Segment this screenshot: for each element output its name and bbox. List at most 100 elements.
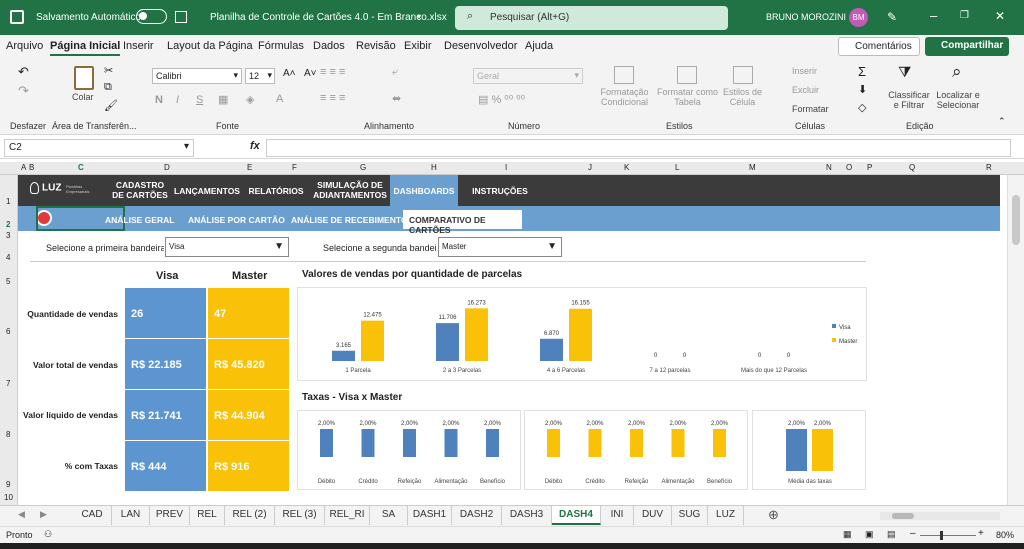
menu-inserir[interactable]: Inserir (123, 40, 154, 52)
sheet-tab-dash2[interactable]: DASH2 (452, 506, 502, 525)
row-header[interactable]: 1 (6, 197, 10, 206)
align-left-icon[interactable]: ≡ ≡ ≡ (320, 92, 345, 104)
borders-icon[interactable]: ▦ (218, 93, 228, 106)
avatar[interactable]: BM (849, 8, 868, 27)
sheet-tab-dash1[interactable]: DASH1 (408, 506, 452, 525)
find-select-label[interactable]: Localizar e Selecionar (932, 90, 984, 110)
menu-ajuda[interactable]: Ajuda (525, 40, 553, 52)
clear-icon[interactable]: ◇ (858, 101, 866, 114)
name-box[interactable]: C2 ▾ (4, 139, 194, 157)
cut-icon[interactable]: ✂ (104, 64, 113, 77)
sort-filter-icon[interactable]: ⧩ (898, 64, 911, 81)
shrink-font-icon[interactable]: A˅ (304, 68, 317, 79)
col-header[interactable]: I (505, 163, 507, 172)
col-header[interactable]: R (986, 163, 992, 172)
close-icon[interactable]: ✕ (995, 9, 1005, 23)
row-header[interactable]: 8 (6, 430, 10, 439)
format-cells-button[interactable]: Formatar (792, 104, 829, 114)
col-header[interactable]: Q (909, 163, 915, 172)
page-layout-icon[interactable]: ▣ (865, 529, 874, 540)
zoom-level[interactable]: 80% (996, 530, 1014, 540)
format-table-label[interactable]: Formatar como Tabela (655, 87, 720, 107)
minimize-icon[interactable]: – (930, 8, 937, 23)
vertical-scrollbar[interactable] (1007, 175, 1024, 505)
wrap-icon[interactable]: ⤶ (392, 66, 398, 79)
sheet-tab-dash3[interactable]: DASH3 (502, 506, 552, 525)
share-button[interactable]: Compartilhar (925, 37, 1009, 56)
chevron-down-icon[interactable]: ▾ (417, 12, 421, 21)
format-painter-icon[interactable]: 🖌 (104, 99, 118, 112)
page-break-icon[interactable]: ▤ (887, 529, 896, 540)
fill-color-icon[interactable]: ◈ (246, 93, 254, 106)
row-header[interactable]: 6 (6, 327, 10, 336)
col-header[interactable]: C (78, 163, 84, 172)
menu-formulas[interactable]: Fórmulas (258, 40, 304, 52)
formula-input[interactable] (266, 139, 1011, 157)
fx-icon[interactable]: fx (250, 140, 260, 152)
align-top-icon[interactable]: ≡ ≡ ≡ (320, 66, 345, 78)
sort-filter-label[interactable]: Classificar e Filtrar (888, 90, 930, 110)
row-header[interactable]: 4 (6, 253, 10, 262)
normal-view-icon[interactable]: ▦ (843, 529, 852, 540)
fill-icon[interactable]: ⬇ (858, 83, 867, 96)
collapse-ribbon-icon[interactable]: ⌃ (998, 116, 1006, 127)
col-header[interactable]: E (247, 163, 252, 172)
zoom-in-icon[interactable]: + (978, 528, 984, 539)
nav-simulacao[interactable]: SIMULAÇÃO DE ADIANTAMENTOS (313, 180, 387, 200)
nav-dashboards[interactable]: DASHBOARDS (392, 186, 456, 196)
col-header[interactable]: H (431, 163, 437, 172)
cell-styles-icon[interactable] (733, 66, 753, 84)
col-header[interactable]: A (21, 163, 26, 172)
menu-dados[interactable]: Dados (313, 40, 345, 52)
pen-icon[interactable]: ✎ (887, 10, 897, 24)
subnav-analise-geral[interactable]: ANÁLISE GERAL (105, 215, 174, 225)
tab-next-icon[interactable]: ▶ (40, 509, 47, 520)
delete-cells-button[interactable]: Excluir (792, 85, 819, 95)
redo-icon[interactable]: ↷ (18, 83, 29, 99)
second-brand-select[interactable]: Master ▼ (438, 237, 562, 257)
font-color-icon[interactable]: A (276, 93, 283, 105)
nav-lancamentos[interactable]: LANÇAMENTOS (174, 186, 240, 196)
sheet-tab-rel-ri[interactable]: REL_RI (325, 506, 370, 525)
col-header[interactable]: O (846, 163, 852, 172)
col-header[interactable]: M (749, 163, 756, 172)
number-format-select[interactable]: Geral ▾ (473, 68, 583, 84)
paste-icon[interactable] (74, 66, 94, 90)
col-header[interactable]: B (29, 163, 34, 172)
sheet-tab-ini[interactable]: INI (601, 506, 634, 525)
nav-instrucoes[interactable]: INSTRUÇÕES (468, 186, 532, 196)
italic-button[interactable]: I (176, 94, 179, 106)
col-header[interactable]: G (360, 163, 366, 172)
tab-prev-icon[interactable]: ◀ (18, 509, 25, 520)
sheet-tab-rel-3-[interactable]: REL (3) (275, 506, 325, 525)
zoom-slider[interactable] (920, 531, 976, 540)
comments-button[interactable]: Comentários (838, 37, 920, 56)
cond-format-label[interactable]: Formatação Condicional (597, 87, 652, 107)
grow-font-icon[interactable]: A˄ (283, 68, 296, 79)
search-box[interactable]: ⌕ Pesquisar (Alt+G) (455, 6, 728, 30)
menu-revisao[interactable]: Revisão (356, 40, 396, 52)
accessibility-icon[interactable]: ⚇ (44, 529, 52, 540)
row-header[interactable]: 3 (6, 231, 10, 240)
sheet-tab-sug[interactable]: SUG (672, 506, 708, 525)
sheet-tab-dash4[interactable]: DASH4 (552, 506, 601, 525)
cell-styles-label[interactable]: Estilos de Célula (720, 87, 765, 107)
copy-icon[interactable]: ⧉ (104, 81, 112, 94)
save-icon[interactable] (175, 11, 187, 23)
subnav-comparativo-active[interactable]: COMPARATIVO DE CARTÕES (403, 210, 522, 235)
menu-pagina-inicial[interactable]: Página Inicial (50, 40, 121, 56)
row-header[interactable]: 2 (6, 220, 10, 229)
menu-arquivo[interactable]: Arquivo (6, 40, 43, 52)
first-brand-select[interactable]: Visa ▼ (165, 237, 289, 257)
col-header[interactable]: P (867, 163, 872, 172)
col-header[interactable]: F (292, 163, 297, 172)
zoom-out-icon[interactable]: – (910, 528, 916, 539)
sheet-tab-duv[interactable]: DUV (634, 506, 672, 525)
col-header[interactable]: L (675, 163, 679, 172)
nav-relatorios[interactable]: RELATÓRIOS (248, 186, 304, 196)
horizontal-scrollbar[interactable] (880, 512, 1000, 520)
sheet-tab-rel-2-[interactable]: REL (2) (225, 506, 275, 525)
sheet-tab-rel[interactable]: REL (190, 506, 225, 525)
subnav-analise-cartao[interactable]: ANÁLISE POR CARTÃO (188, 215, 285, 225)
cond-format-icon[interactable] (614, 66, 634, 84)
